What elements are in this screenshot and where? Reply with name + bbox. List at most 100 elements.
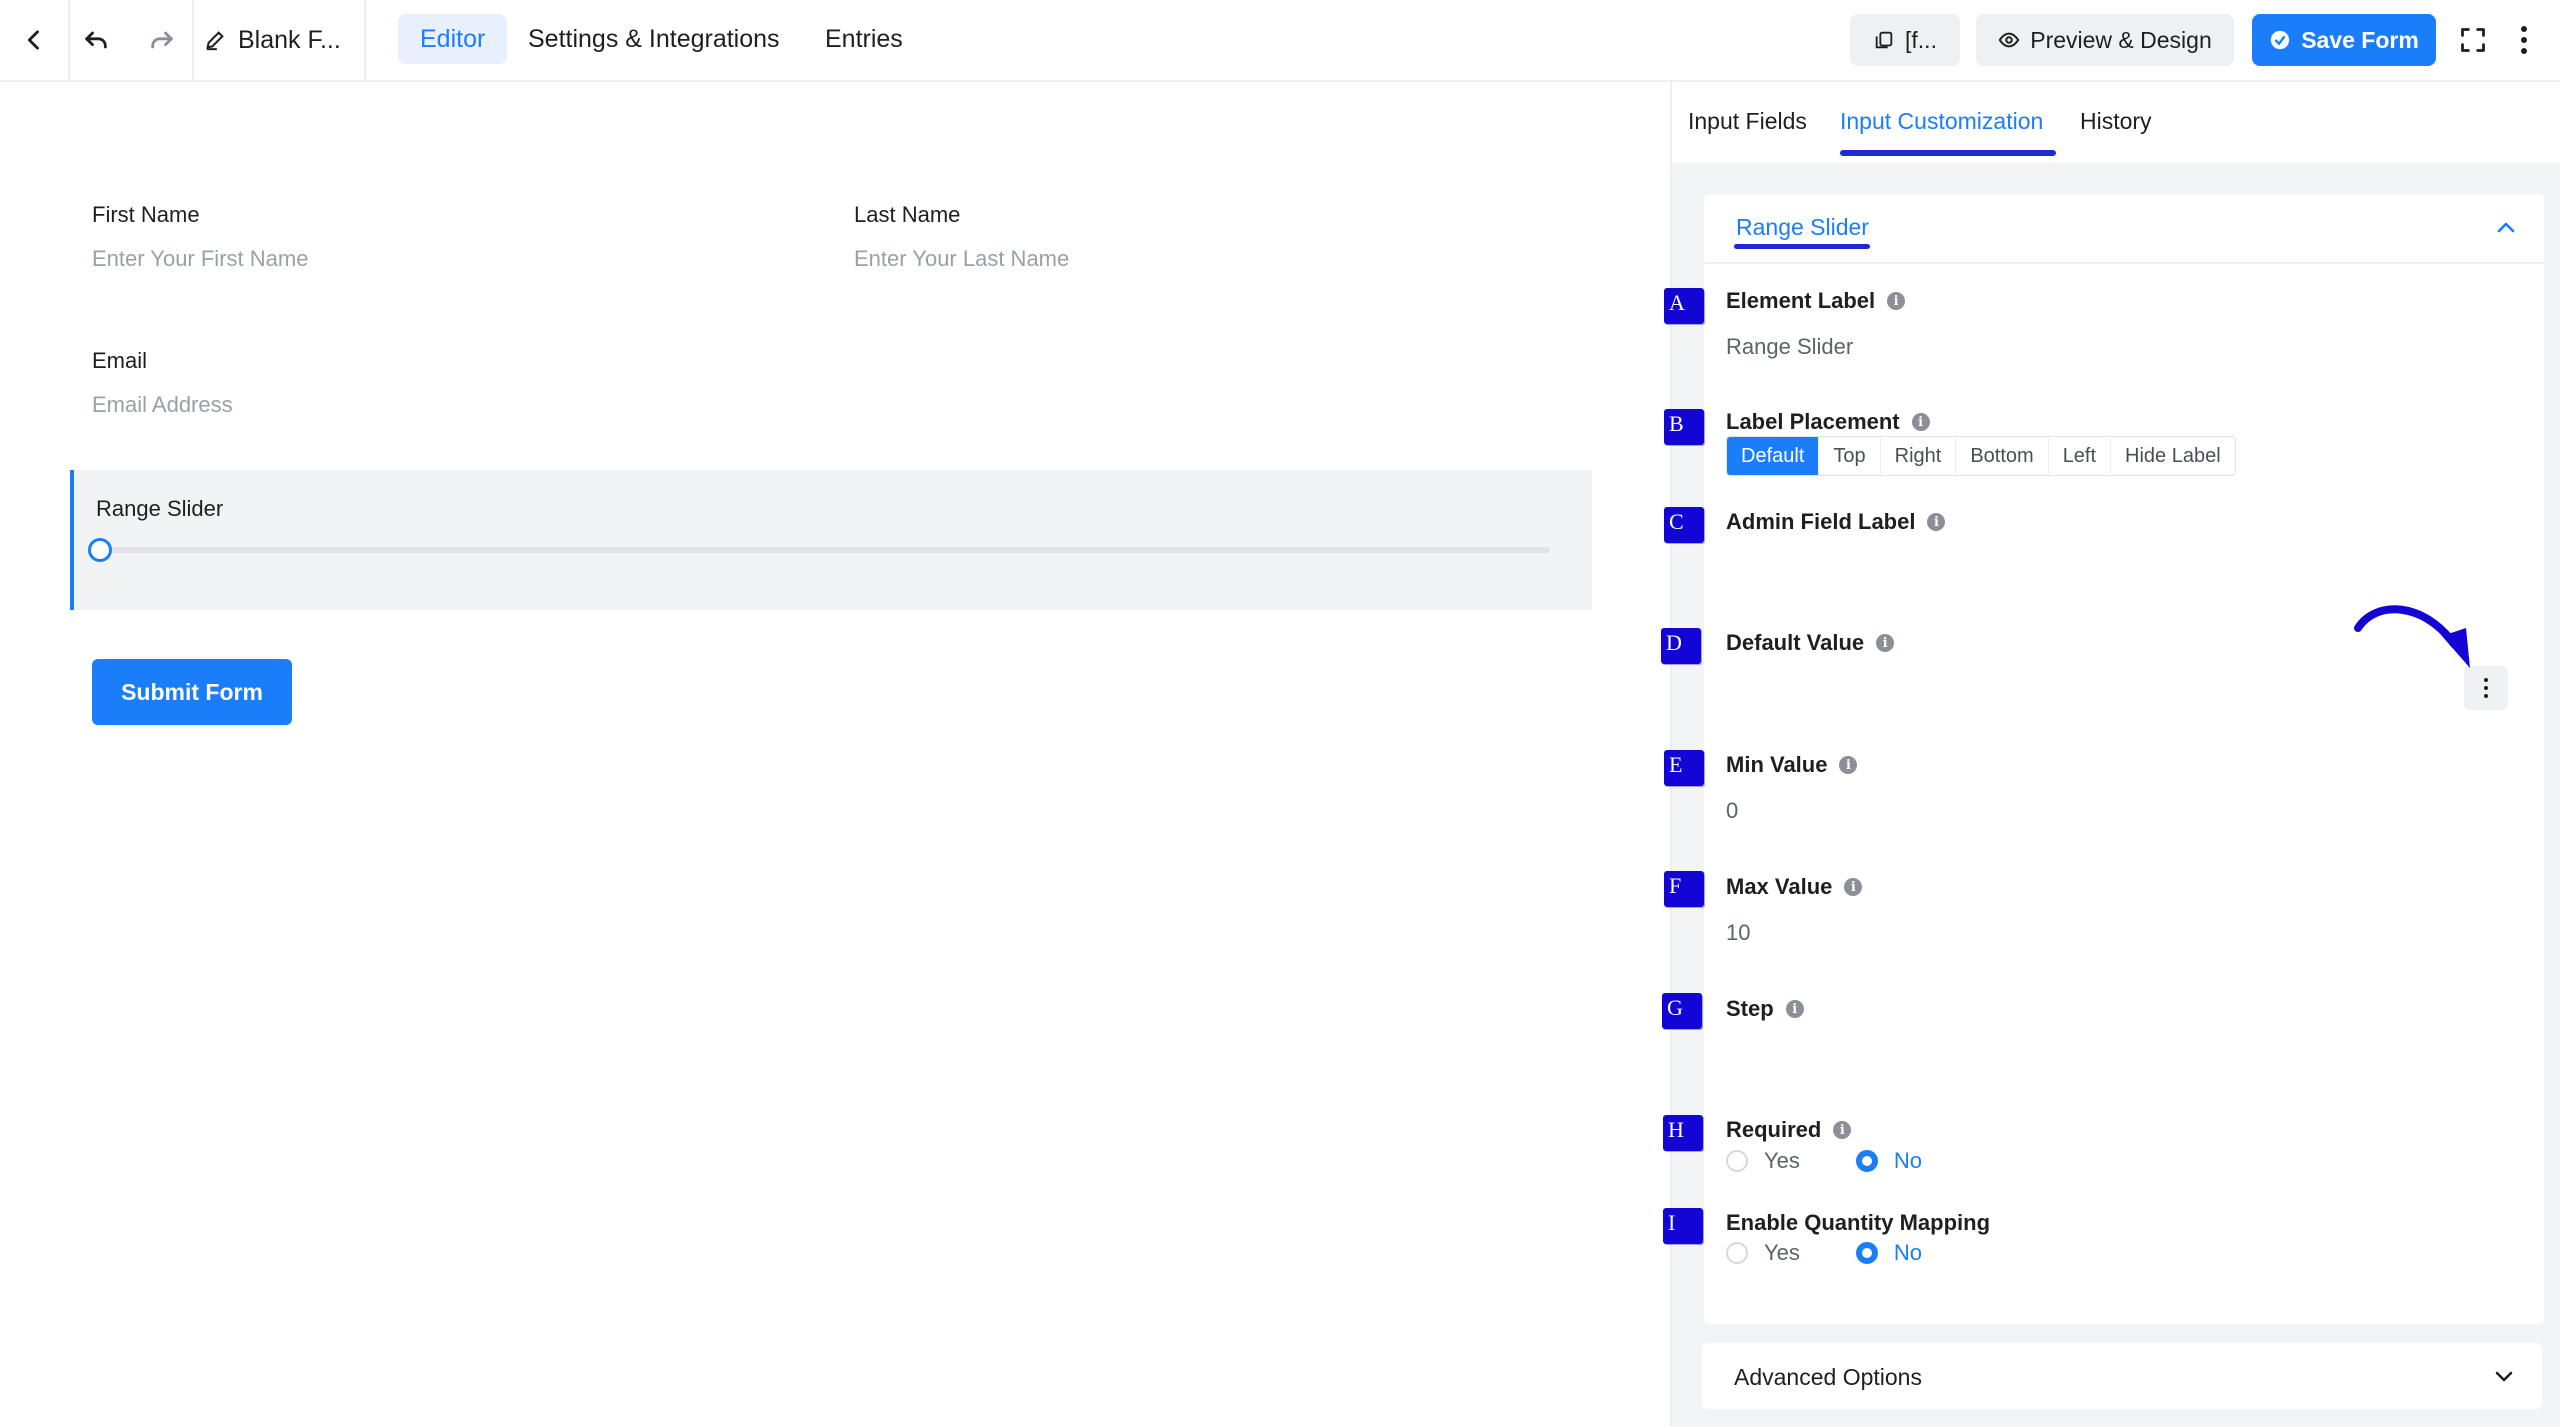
- info-icon[interactable]: i: [1844, 878, 1863, 896]
- section-title: Range Slider: [1736, 214, 1869, 240]
- toolbar-divider: [364, 0, 366, 80]
- preview-design-button[interactable]: Preview & Design: [1976, 14, 2234, 66]
- toolbar-divider: [192, 0, 194, 80]
- range-slider-track[interactable]: [102, 547, 1550, 553]
- placement-option-bottom[interactable]: Bottom: [1956, 437, 2049, 475]
- info-icon[interactable]: i: [1887, 292, 1906, 310]
- placement-option-left[interactable]: Left: [2049, 437, 2112, 475]
- annotation-marker-a: A: [1664, 288, 1704, 324]
- min-value-input[interactable]: 0: [1726, 798, 1738, 824]
- admin-field-label-setting: Admin Field Label i: [1726, 509, 1946, 535]
- advanced-options-section[interactable]: Advanced Options: [1702, 1343, 2542, 1409]
- label-placement-segmented-control: Default Top Right Bottom Left Hide Label: [1726, 436, 2236, 476]
- required-radio-group: Yes No: [1726, 1148, 1978, 1174]
- info-icon[interactable]: i: [1839, 756, 1858, 774]
- tab-editor[interactable]: Editor: [398, 14, 508, 64]
- element-label-input[interactable]: Range Slider: [1726, 334, 1853, 360]
- first-name-input[interactable]: Enter Your First Name: [92, 246, 308, 272]
- fullscreen-icon[interactable]: [2448, 0, 2498, 80]
- curved-arrow-icon: [2354, 605, 2470, 668]
- shortcode-button[interactable]: [f...: [1850, 14, 1960, 66]
- label-placement-title: Label Placement: [1726, 409, 1900, 434]
- quantity-mapping-setting: Enable Quantity Mapping: [1726, 1210, 1990, 1236]
- annotation-marker-c: C: [1664, 507, 1704, 543]
- max-value-title: Max Value: [1726, 874, 1833, 899]
- save-form-button[interactable]: Save Form: [2252, 14, 2436, 66]
- info-icon[interactable]: i: [1876, 634, 1895, 652]
- check-circle-icon: [2271, 30, 2290, 50]
- required-no-radio[interactable]: [1855, 1150, 1878, 1172]
- step-title: Step: [1726, 996, 1774, 1021]
- max-value-setting: Max Value i: [1726, 874, 1863, 900]
- quantity-mapping-title: Enable Quantity Mapping: [1726, 1210, 1991, 1235]
- form-title[interactable]: Blank F...: [204, 0, 341, 80]
- placement-option-hide-label[interactable]: Hide Label: [2111, 437, 2235, 475]
- advanced-options-title: Advanced Options: [1734, 1364, 1922, 1390]
- placement-option-default[interactable]: Default: [1727, 437, 1820, 475]
- label-placement-setting: Label Placement i: [1726, 409, 1930, 435]
- form-canvas: First Name Enter Your First Name Last Na…: [0, 82, 1670, 1427]
- undo-icon[interactable]: [70, 0, 122, 80]
- more-vertical-icon[interactable]: [2508, 0, 2540, 80]
- shortcode-label: [f...: [1905, 26, 1937, 53]
- range-slider-label: Range Slider: [96, 496, 224, 521]
- section-header[interactable]: Range Slider: [1704, 194, 2544, 264]
- info-icon[interactable]: i: [1785, 1000, 1804, 1018]
- chevron-up-icon[interactable]: [2494, 216, 2518, 240]
- annotation-marker-h: H: [1663, 1115, 1703, 1151]
- preview-design-label: Preview & Design: [2030, 26, 2212, 53]
- range-slider-field[interactable]: Range Slider: [70, 470, 1592, 610]
- last-name-input[interactable]: Enter Your Last Name: [854, 246, 1069, 272]
- admin-field-label-input[interactable]: [1726, 552, 2486, 582]
- placement-option-right[interactable]: Right: [1881, 437, 1957, 475]
- info-icon[interactable]: i: [1911, 413, 1930, 431]
- tab-settings-integrations[interactable]: Settings & Integrations: [506, 14, 802, 64]
- tab-highlight-underline: [1840, 150, 2056, 156]
- min-value-setting: Min Value i: [1726, 752, 1858, 778]
- required-yes-radio[interactable]: [1726, 1150, 1748, 1172]
- annotation-marker-b: B: [1664, 409, 1704, 445]
- quantity-mapping-yes-label[interactable]: Yes: [1764, 1240, 1800, 1266]
- back-icon[interactable]: [0, 0, 68, 80]
- default-value-setting: Default Value i: [1726, 630, 1895, 656]
- smartcode-more-icon[interactable]: [2464, 666, 2508, 710]
- panel-tabs: Input Fields Input Customization History: [1672, 82, 2560, 162]
- section-title-underline: [1734, 244, 1870, 249]
- email-label: Email: [92, 348, 148, 373]
- tab-history[interactable]: History: [2080, 108, 2152, 135]
- pencil-icon: [206, 31, 224, 51]
- eye-icon: [1998, 32, 2020, 48]
- tab-entries[interactable]: Entries: [803, 14, 925, 64]
- quantity-mapping-no-label[interactable]: No: [1894, 1240, 1922, 1266]
- required-title: Required: [1726, 1117, 1822, 1142]
- first-name-label: First Name: [92, 202, 200, 227]
- top-toolbar: Blank F... Editor Settings & Integration…: [0, 0, 2560, 82]
- placement-option-top[interactable]: Top: [1819, 437, 1881, 475]
- required-yes-label[interactable]: Yes: [1764, 1148, 1800, 1174]
- annotation-marker-e: E: [1664, 750, 1704, 786]
- annotation-marker-f: F: [1664, 871, 1704, 907]
- info-icon[interactable]: i: [1927, 513, 1946, 531]
- annotation-marker-d: D: [1661, 628, 1701, 664]
- range-slider-thumb[interactable]: [88, 538, 112, 562]
- chevron-down-icon[interactable]: [2492, 1364, 2516, 1388]
- annotation-marker-g: G: [1662, 993, 1702, 1029]
- tab-input-customization[interactable]: Input Customization: [1840, 108, 2043, 135]
- step-setting: Step i: [1726, 996, 1804, 1022]
- tab-input-fields[interactable]: Input Fields: [1688, 108, 1807, 135]
- required-no-label[interactable]: No: [1894, 1148, 1922, 1174]
- step-input[interactable]: [1726, 1040, 2486, 1070]
- submit-form-button[interactable]: Submit Form: [92, 659, 292, 725]
- default-value-input[interactable]: [1726, 674, 2446, 704]
- info-icon[interactable]: i: [1833, 1121, 1852, 1139]
- element-label-setting: Element Label i: [1726, 288, 1906, 314]
- element-label-title: Element Label: [1726, 288, 1876, 313]
- redo-icon[interactable]: [136, 0, 188, 80]
- quantity-mapping-yes-radio[interactable]: [1726, 1242, 1748, 1264]
- max-value-input[interactable]: 10: [1726, 920, 1750, 946]
- copy-icon: [1875, 31, 1893, 49]
- quantity-mapping-radio-group: Yes No: [1726, 1240, 1978, 1266]
- quantity-mapping-no-radio[interactable]: [1855, 1242, 1878, 1264]
- required-setting: Required i: [1726, 1117, 1852, 1143]
- email-input[interactable]: Email Address: [92, 392, 233, 418]
